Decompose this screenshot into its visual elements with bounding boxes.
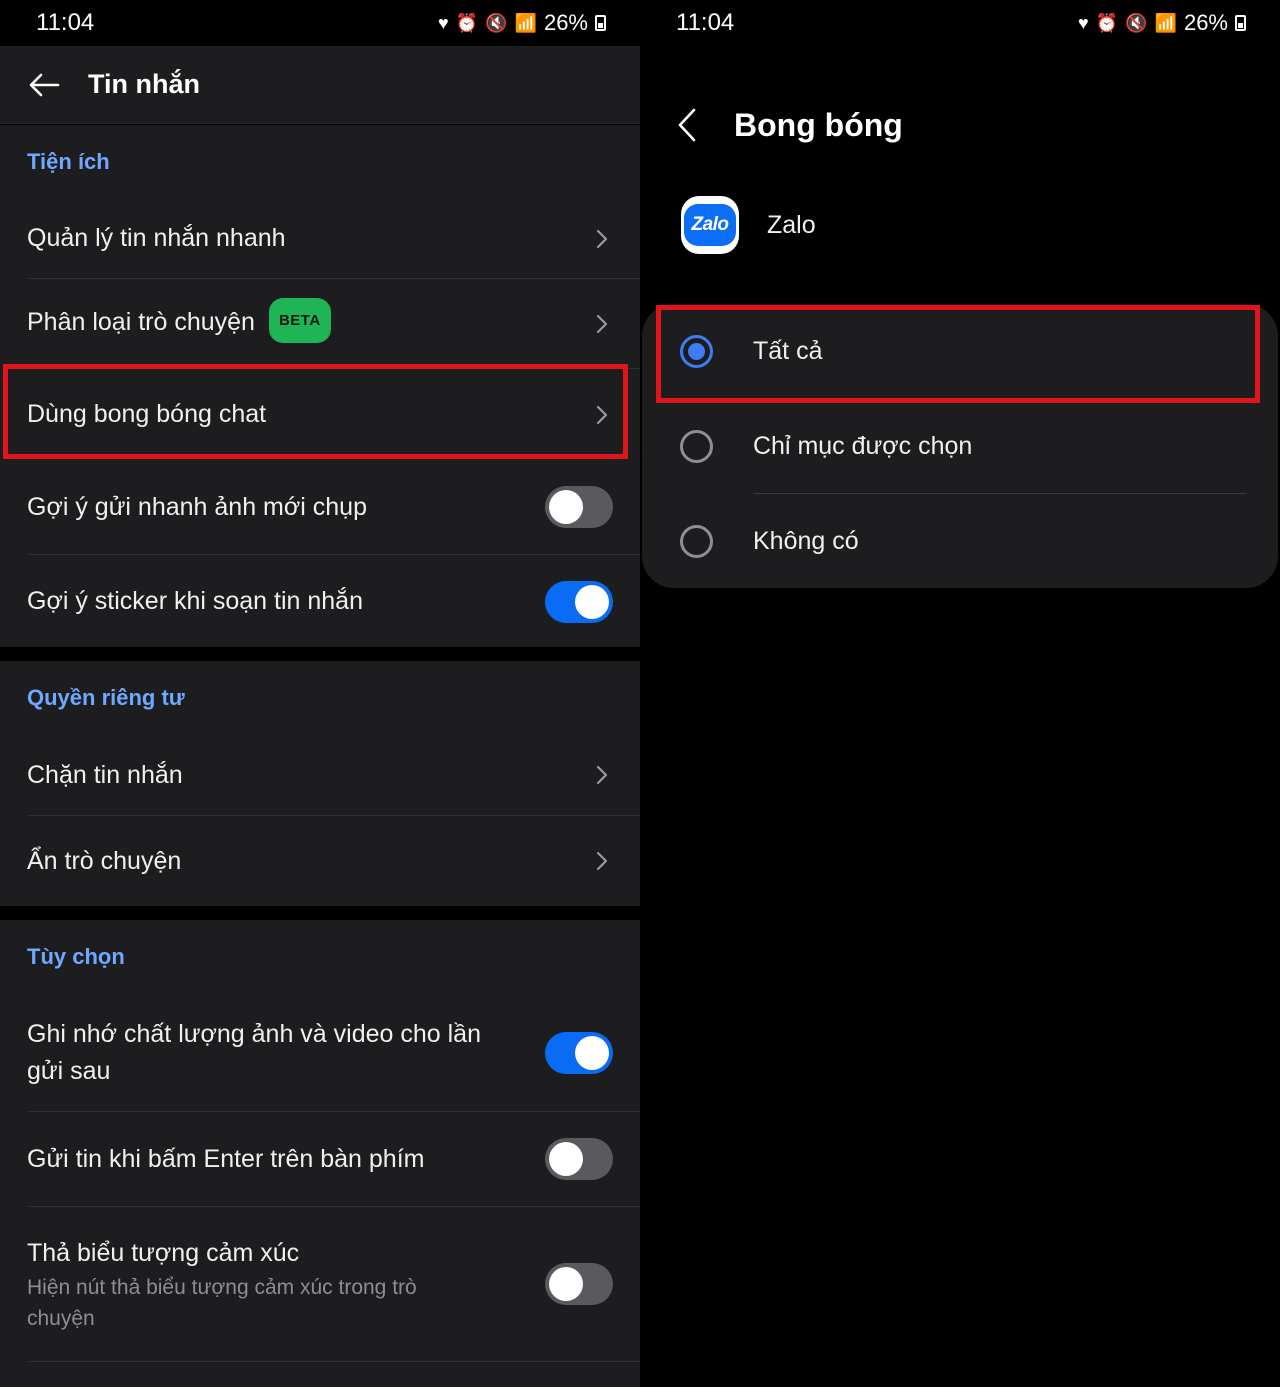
row-block-messages[interactable]: Chặn tin nhắn	[0, 735, 640, 815]
row-label: Gợi ý gửi nhanh ảnh mới chụp	[27, 492, 367, 521]
radio-button-selected[interactable]	[680, 335, 713, 368]
option-label: Không có	[753, 527, 859, 555]
back-arrow-icon	[29, 73, 60, 96]
section-utilities: Tiện ích Quản lý tin nhắn nhanh Phân loạ…	[0, 125, 640, 647]
row-label: Thả biểu tượng cảm xúc	[27, 1238, 300, 1267]
chevron-right-icon	[593, 229, 611, 248]
app-name: Zalo	[767, 210, 816, 239]
row-label: Gửi tin khi bấm Enter trên bàn phím	[27, 1144, 425, 1173]
row-label: Dùng bong bóng chat	[27, 400, 267, 428]
battery-percent: 26%	[543, 10, 588, 35]
row-reactions: Thả biểu tượng cảm xúc Hiện nút thả biểu…	[0, 1207, 640, 1361]
heart-icon: ♥	[1078, 12, 1089, 33]
wifi-icon: 📶	[1154, 12, 1177, 33]
radio-button[interactable]	[680, 525, 713, 558]
row-label: Ghi nhớ chất lượng ảnh và video cho lần …	[27, 1019, 481, 1085]
alarm-icon: ⏰	[455, 12, 479, 33]
remember-quality-toggle[interactable]	[545, 1031, 613, 1074]
bubbles-settings-panel: 11:04 ♥ ⏰ 🔇 📶 26% Bong bóng Zalo Zalo Tấ…	[640, 0, 1280, 1387]
option-all[interactable]: Tất cả	[642, 304, 1278, 399]
chevron-right-icon	[593, 405, 611, 424]
row-enter-to-send: Gửi tin khi bấm Enter trên bàn phím	[0, 1112, 640, 1206]
divider	[27, 1361, 640, 1362]
beta-badge: BETA	[268, 298, 331, 343]
battery-icon	[595, 15, 606, 31]
section-title-privacy: Quyền riêng tư	[27, 685, 185, 710]
section-privacy: Quyền riêng tư Chặn tin nhắn Ẩn trò chuy…	[0, 661, 640, 906]
chevron-right-icon	[593, 765, 611, 785]
option-label: Chỉ mục được chọn	[753, 432, 973, 460]
page-title: Tin nhắn	[88, 69, 200, 99]
status-bar: 11:04 ♥ ⏰ 🔇 📶 26%	[0, 0, 640, 46]
status-time: 11:04	[676, 9, 735, 36]
row-subtitle: Hiện nút thả biểu tượng cảm xúc trong tr…	[27, 1275, 417, 1330]
app-info: Zalo Zalo	[640, 190, 1280, 260]
mute-icon: 🔇	[1125, 12, 1148, 33]
chevron-left-icon	[678, 108, 696, 142]
zalo-logo: Zalo	[684, 204, 736, 246]
row-label: Phân loại trò chuyện BETA	[27, 298, 593, 346]
row-label: Quản lý tin nhắn nhanh	[27, 224, 286, 252]
enter-to-send-toggle[interactable]	[545, 1138, 613, 1180]
status-icons: ♥ ⏰ 🔇 📶 26%	[438, 10, 606, 36]
suggest-sticker-toggle[interactable]	[545, 580, 613, 623]
section-title-utilities: Tiện ích	[27, 149, 110, 174]
row-quick-messages[interactable]: Quản lý tin nhắn nhanh	[0, 199, 640, 278]
radio-button[interactable]	[680, 430, 713, 463]
option-selected-items[interactable]: Chỉ mục được chọn	[642, 399, 1278, 494]
row-chat-bubbles[interactable]: Dùng bong bóng chat	[0, 369, 640, 460]
battery-percent: 26%	[1183, 10, 1228, 35]
page-title: Bong bóng	[734, 106, 903, 143]
row-classify-chats[interactable]: Phân loại trò chuyện BETA	[0, 279, 640, 368]
row-label: Ẩn trò chuyện	[27, 846, 182, 875]
section-options: Tùy chọn Ghi nhớ chất lượng ảnh và video…	[0, 920, 640, 1387]
chevron-right-icon	[593, 314, 611, 333]
row-remember-quality: Ghi nhớ chất lượng ảnh và video cho lần …	[0, 994, 640, 1111]
heart-icon: ♥	[438, 12, 449, 33]
row-label-text: Phân loại trò chuyện	[27, 308, 255, 337]
app-bar: Tin nhắn	[0, 46, 640, 124]
option-label: Tất cả	[753, 337, 823, 365]
row-label: Chặn tin nhắn	[27, 760, 183, 789]
row-label: Gợi ý sticker khi soạn tin nhắn	[27, 587, 363, 615]
section-title-options: Tùy chọn	[27, 944, 125, 969]
wifi-icon: 📶	[514, 12, 537, 33]
row-suggest-photo: Gợi ý gửi nhanh ảnh mới chụp	[0, 460, 640, 554]
row-text-block: Thả biểu tượng cảm xúc Hiện nút thả biểu…	[27, 1235, 545, 1334]
alarm-icon: ⏰	[1095, 12, 1119, 33]
messages-settings-panel: 11:04 ♥ ⏰ 🔇 📶 26% Tin nhắn Tiện ích Quản…	[0, 0, 640, 1387]
reactions-toggle[interactable]	[545, 1263, 613, 1305]
row-hide-chats[interactable]: Ẩn trò chuyện	[0, 816, 640, 906]
status-bar: 11:04 ♥ ⏰ 🔇 📶 26%	[640, 0, 1280, 46]
battery-icon	[1235, 15, 1246, 31]
chevron-right-icon	[593, 851, 611, 871]
option-none[interactable]: Không có	[642, 494, 1278, 589]
mute-icon: 🔇	[485, 12, 508, 33]
back-button[interactable]	[640, 90, 734, 160]
row-suggest-sticker: Gợi ý sticker khi soạn tin nhắn	[0, 555, 640, 648]
app-bar: Bong bóng	[640, 90, 1280, 160]
suggest-photo-toggle[interactable]	[545, 486, 613, 528]
bubble-options-list: Tất cả Chỉ mục được chọn Không có	[642, 304, 1278, 588]
status-icons: ♥ ⏰ 🔇 📶 26%	[1078, 10, 1246, 36]
status-time: 11:04	[36, 9, 95, 36]
back-button[interactable]	[0, 46, 88, 124]
zalo-app-icon: Zalo	[681, 196, 739, 254]
